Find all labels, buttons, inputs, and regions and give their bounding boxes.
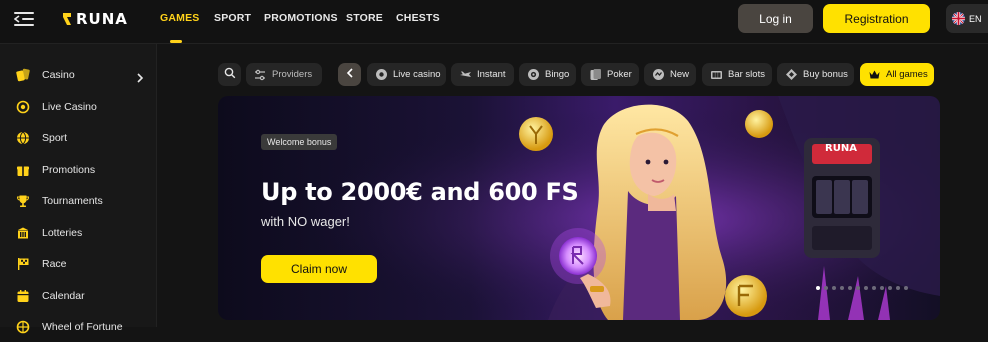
category-label: Live casino bbox=[393, 69, 441, 80]
carousel-dot[interactable] bbox=[904, 286, 908, 290]
gift-icon bbox=[16, 163, 30, 177]
ball-icon bbox=[16, 131, 30, 145]
live-icon bbox=[16, 100, 30, 114]
category-label: New bbox=[670, 69, 690, 80]
uk-flag-icon bbox=[952, 12, 965, 25]
chevron-right-icon[interactable] bbox=[136, 70, 144, 83]
sidebar-item-wheel-of-fortune[interactable]: Wheel of Fortune bbox=[0, 312, 157, 342]
top-bar: RUNA GAMES SPORT PROMOTIONS STORE CHESTS… bbox=[0, 0, 988, 44]
scroll-left-button[interactable] bbox=[338, 63, 361, 86]
logo-mark-icon bbox=[63, 13, 71, 25]
slots-icon bbox=[709, 68, 723, 82]
category-bar-slots[interactable]: Bar slots bbox=[702, 63, 772, 86]
sidebar-item-label: Tournaments bbox=[42, 195, 103, 207]
hero-subtitle: with NO wager! bbox=[261, 214, 350, 229]
topnav-store[interactable]: STORE bbox=[346, 0, 396, 44]
sidebar: Casino Live Casino Sport Promotions Tour… bbox=[0, 44, 157, 334]
carousel-dot[interactable] bbox=[856, 286, 860, 290]
menu-collapse-icon[interactable] bbox=[13, 11, 34, 27]
wheel-icon bbox=[16, 320, 30, 334]
hero-title: Up to 2000€ and 600 FS bbox=[261, 178, 579, 206]
new-icon bbox=[651, 68, 665, 82]
carousel-dot[interactable] bbox=[816, 286, 820, 290]
carousel-dot[interactable] bbox=[896, 286, 900, 290]
category-new[interactable]: New bbox=[644, 63, 696, 86]
sidebar-item-label: Sport bbox=[42, 132, 68, 144]
sidebar-item-label: Promotions bbox=[42, 164, 96, 176]
topnav-sport[interactable]: SPORT bbox=[214, 0, 264, 44]
flag-icon bbox=[16, 257, 30, 271]
sidebar-item-tournaments[interactable]: Tournaments bbox=[0, 186, 157, 216]
category-label: Bingo bbox=[545, 69, 570, 80]
slot-machine-sign: RUNA bbox=[825, 143, 857, 154]
category-instant[interactable]: Instant bbox=[451, 63, 514, 86]
search-button[interactable] bbox=[218, 63, 241, 86]
registration-button[interactable]: Registration bbox=[823, 4, 930, 33]
plane-icon bbox=[458, 68, 472, 82]
top-nav: GAMES SPORT PROMOTIONS STORE CHESTS bbox=[160, 0, 446, 44]
poker-icon bbox=[588, 68, 602, 82]
category-buy-bonus[interactable]: Buy bonus bbox=[777, 63, 854, 86]
carousel-dot[interactable] bbox=[888, 286, 892, 290]
sidebar-item-label: Live Casino bbox=[42, 101, 97, 113]
sidebar-item-label: Race bbox=[42, 258, 67, 270]
carousel-dot[interactable] bbox=[824, 286, 828, 290]
sidebar-item-label: Lotteries bbox=[42, 227, 83, 239]
live-icon bbox=[374, 68, 388, 82]
carousel-pagination bbox=[816, 286, 908, 290]
crown-icon bbox=[867, 68, 881, 82]
category-label: Poker bbox=[607, 69, 632, 80]
category-bingo[interactable]: Bingo bbox=[519, 63, 576, 86]
topnav-promotions[interactable]: PROMOTIONS bbox=[264, 0, 346, 44]
claim-now-button[interactable]: Claim now bbox=[261, 255, 377, 283]
filter-sliders-icon bbox=[253, 68, 267, 82]
category-label: Bar slots bbox=[728, 69, 765, 80]
language-code: EN bbox=[969, 13, 982, 24]
category-label: All games bbox=[886, 69, 928, 80]
topnav-games[interactable]: GAMES bbox=[160, 0, 214, 44]
sidebar-item-race[interactable]: Race bbox=[0, 249, 157, 279]
diamond-icon bbox=[784, 68, 798, 82]
carousel-dot[interactable] bbox=[880, 286, 884, 290]
carousel-dot[interactable] bbox=[872, 286, 876, 290]
carousel-dot[interactable] bbox=[832, 286, 836, 290]
brand-logo[interactable]: RUNA bbox=[62, 9, 128, 29]
sidebar-item-label: Casino bbox=[42, 69, 75, 81]
topnav-chests[interactable]: CHESTS bbox=[396, 0, 446, 44]
sidebar-item-promotions[interactable]: Promotions bbox=[0, 155, 157, 185]
carousel-dot[interactable] bbox=[848, 286, 852, 290]
cards-icon bbox=[16, 68, 30, 82]
carousel-dot[interactable] bbox=[840, 286, 844, 290]
bingo-icon bbox=[526, 68, 540, 82]
login-button[interactable]: Log in bbox=[738, 4, 813, 33]
category-all-games[interactable]: All games bbox=[860, 63, 934, 86]
sidebar-item-label: Wheel of Fortune bbox=[42, 321, 123, 333]
sidebar-item-live-casino[interactable]: Live Casino bbox=[0, 92, 157, 122]
sidebar-item-sport[interactable]: Sport bbox=[0, 123, 157, 153]
search-icon bbox=[224, 67, 236, 82]
category-poker[interactable]: Poker bbox=[581, 63, 639, 86]
sidebar-item-lotteries[interactable]: Lotteries bbox=[0, 218, 157, 248]
sidebar-item-label: Calendar bbox=[42, 290, 85, 302]
language-selector[interactable]: EN bbox=[946, 4, 988, 33]
calendar-icon bbox=[16, 289, 30, 303]
ticket-icon bbox=[16, 226, 30, 240]
carousel-dot[interactable] bbox=[864, 286, 868, 290]
sidebar-item-casino[interactable]: Casino bbox=[0, 60, 157, 90]
logo-text: RUNA bbox=[76, 10, 128, 28]
chevron-left-icon bbox=[346, 68, 354, 81]
providers-button[interactable]: Providers bbox=[246, 63, 322, 86]
providers-label: Providers bbox=[272, 69, 313, 80]
category-label: Buy bonus bbox=[803, 69, 848, 80]
category-label: Instant bbox=[477, 69, 506, 80]
category-live-casino[interactable]: Live casino bbox=[367, 63, 446, 86]
trophy-icon bbox=[16, 194, 30, 208]
sidebar-item-calendar[interactable]: Calendar bbox=[0, 281, 157, 311]
welcome-bonus-badge: Welcome bonus bbox=[261, 134, 338, 150]
